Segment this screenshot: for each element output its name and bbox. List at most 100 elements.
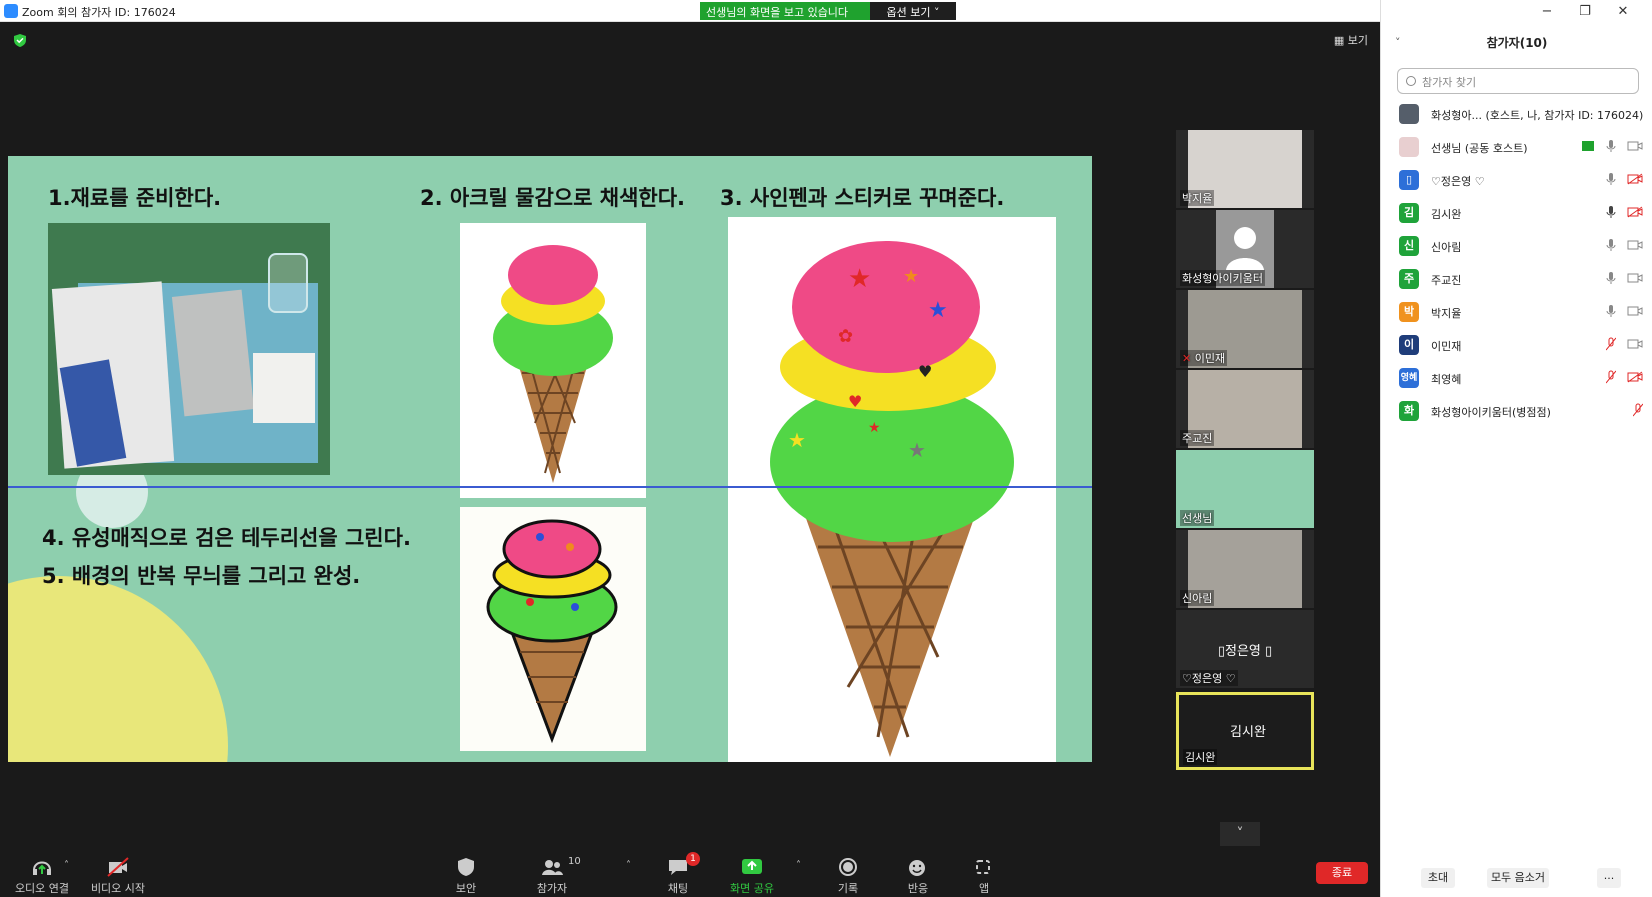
caret-up-icon[interactable]: ˄	[626, 860, 631, 871]
video-tile[interactable]: ▯정은영 ▯ ♡정은영 ♡	[1176, 610, 1314, 688]
tile-display-name: ▯정은영 ▯	[1217, 644, 1273, 659]
tile-name: ♡정은영 ♡	[1180, 670, 1238, 686]
video-tile[interactable]: 주교진	[1176, 370, 1314, 448]
participant-name: 선생님 (공동 호스트)	[1431, 142, 1528, 155]
zoom-logo-icon	[4, 4, 18, 18]
more-options-button[interactable]: ...	[1597, 868, 1621, 888]
end-meeting-button[interactable]: 종료	[1316, 862, 1368, 884]
step5-text: 5. 배경의 반복 무늬를 그리고 완성.	[42, 564, 361, 588]
svg-text:★: ★	[928, 298, 948, 323]
mic-icon	[1606, 305, 1615, 317]
apps-label: 앱	[978, 882, 990, 895]
grid-icon: ▦	[1333, 34, 1345, 47]
invite-button[interactable]: 초대	[1421, 868, 1455, 888]
participants-button[interactable]: 참가자 10	[510, 852, 594, 897]
camera-icon	[1627, 273, 1643, 283]
participant-status-icons	[1598, 271, 1644, 287]
mic-muted-icon	[1605, 337, 1616, 351]
participant-row[interactable]: 신 신아림	[1397, 234, 1643, 258]
chevron-down-icon: ˅	[1236, 826, 1244, 842]
participant-name: 주교진	[1431, 274, 1462, 287]
svg-text:✿: ✿	[838, 326, 853, 347]
participant-row[interactable]: 영혜 최영혜	[1397, 366, 1643, 390]
step1-text: 1.재료를 준비한다.	[48, 186, 222, 210]
window-title: Zoom 회의 참가자 ID: 176024	[22, 6, 176, 19]
encryption-shield-icon[interactable]	[14, 34, 26, 47]
decorated-ice-cream-photo: ★ ★ ★ ✿ ♥ ♥ ★ ★ ★	[728, 217, 1056, 762]
participants-count: 10	[568, 856, 581, 867]
video-tile[interactable]: 박지율	[1176, 130, 1314, 208]
participants-panel: − ❐ ✕ ˅ 참가자(10) 참가자 찾기 화성형아... (호스트, 나, 참가…	[1380, 0, 1652, 897]
avatar: 이	[1399, 335, 1419, 355]
mic-icon	[1606, 206, 1615, 218]
slide-divider-line	[8, 486, 1092, 488]
apps-icon	[976, 860, 990, 874]
svg-text:♥: ♥	[848, 392, 862, 411]
tile-name: 신아림	[1180, 590, 1215, 606]
participant-row[interactable]: ▯ ♡정은영 ♡	[1397, 168, 1643, 192]
avatar: 화	[1399, 401, 1419, 421]
avatar: 주	[1399, 269, 1419, 289]
camera-icon	[1627, 339, 1643, 349]
participant-status-icons	[1598, 304, 1644, 320]
video-tile[interactable]: 신아림	[1176, 530, 1314, 608]
participant-search-input[interactable]: 참가자 찾기	[1397, 68, 1639, 94]
svg-text:★: ★	[788, 428, 806, 452]
tile-display-name: 김시완	[1230, 725, 1266, 740]
step3-text: 3. 사인펜과 스티커로 꾸며준다.	[720, 186, 1005, 210]
participant-row[interactable]: 주 주교진	[1397, 267, 1643, 291]
join-audio-label: 오디오 연결	[14, 882, 70, 895]
participant-row[interactable]: 화성형아... (호스트, 나, 참가자 ID: 176024)	[1397, 102, 1643, 126]
camera-icon	[1627, 240, 1643, 250]
participant-row[interactable]: 김 김시완	[1397, 201, 1643, 225]
video-tile[interactable]: ✕ 이민재	[1176, 290, 1314, 368]
record-icon	[839, 858, 857, 876]
share-screen-button[interactable]: 화면 공유	[710, 852, 794, 897]
materials-photo	[48, 223, 330, 475]
mic-muted-icon	[1605, 370, 1616, 384]
security-button[interactable]: 보안	[424, 852, 508, 897]
participant-name: 이민재	[1431, 340, 1462, 353]
svg-text:★: ★	[868, 420, 881, 436]
share-screen-label: 화면 공유	[730, 882, 774, 895]
join-audio-button[interactable]: 오디오 연결	[0, 852, 84, 897]
search-placeholder: 참가자 찾기	[1422, 76, 1477, 89]
mic-icon	[1606, 140, 1615, 152]
participant-row[interactable]: 박 박지율	[1397, 300, 1643, 324]
camera-off-icon	[1627, 371, 1643, 383]
restore-icon[interactable]: ❐	[1566, 4, 1604, 19]
caret-up-icon[interactable]: ˄	[64, 860, 69, 871]
participant-row[interactable]: 화 화성형아이키움터(병점점)	[1397, 399, 1643, 423]
chat-button[interactable]: 채팅 1	[636, 852, 720, 897]
participant-status-icons	[1598, 337, 1644, 353]
start-video-label: 비디오 시작	[90, 882, 146, 895]
smiley-icon	[909, 860, 925, 876]
close-icon[interactable]: ✕	[1604, 4, 1642, 19]
camera-off-icon	[1627, 173, 1643, 185]
view-options-label: 옵션 보기	[886, 6, 931, 19]
caret-up-icon[interactable]: ˄	[796, 860, 801, 871]
mic-icon	[1606, 272, 1615, 284]
tile-name: 박지율	[1180, 190, 1215, 206]
participant-name: 김시완	[1431, 208, 1462, 221]
window-controls: − ❐ ✕	[1528, 4, 1642, 19]
gallery-scroll-down-button[interactable]: ˅	[1220, 822, 1260, 846]
view-options-button[interactable]: 옵션 보기 ˅	[870, 2, 956, 20]
video-tile[interactable]: 화성형아이키움터	[1176, 210, 1314, 288]
participant-row[interactable]: 선생님 (공동 호스트)	[1397, 135, 1643, 159]
mic-icon	[1606, 239, 1615, 251]
view-button[interactable]: ▦ 보기	[1334, 32, 1368, 48]
headphones-icon	[33, 861, 51, 875]
apps-button[interactable]: 앱	[942, 852, 1026, 897]
participant-name: 화성형아이키움터(병점점)	[1431, 406, 1551, 419]
video-off-icon	[107, 857, 129, 877]
participant-name: ♡정은영 ♡	[1431, 175, 1485, 188]
mute-all-button[interactable]: 모두 음소거	[1487, 868, 1549, 888]
participant-row[interactable]: 이 이민재	[1397, 333, 1643, 357]
active-speaker-tile[interactable]: 김시완 김시완	[1176, 692, 1314, 770]
start-video-button[interactable]: 비디오 시작	[76, 852, 160, 897]
svg-text:★: ★	[903, 266, 919, 287]
minimize-icon[interactable]: −	[1528, 4, 1566, 19]
svg-text:★: ★	[848, 264, 871, 294]
video-tile[interactable]: 선생님	[1176, 450, 1314, 528]
